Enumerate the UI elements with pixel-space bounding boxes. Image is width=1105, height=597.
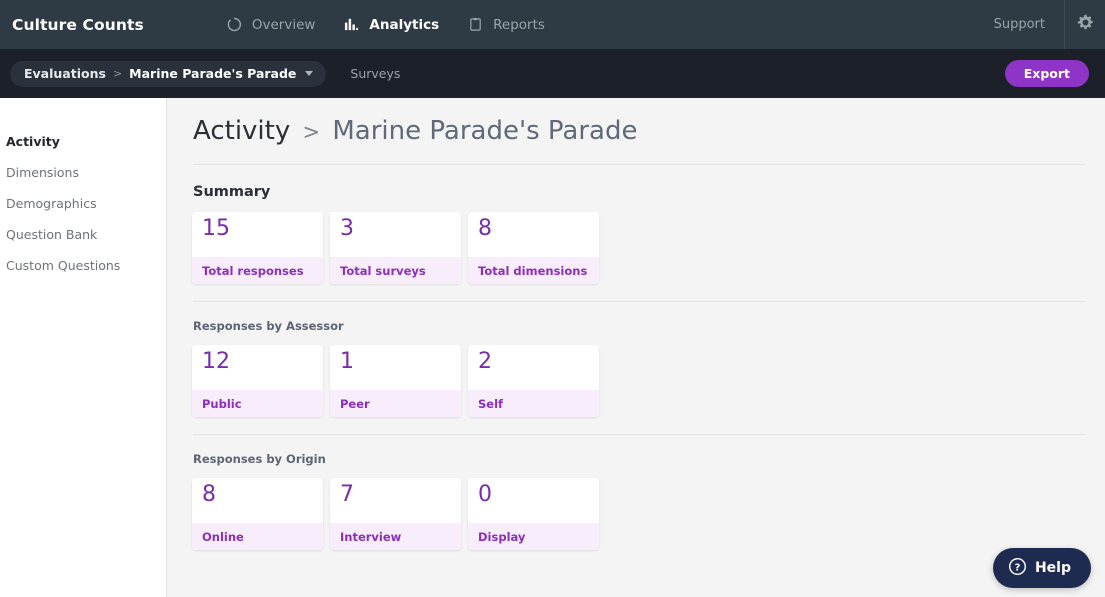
breadcrumb-bar: Evaluations > Marine Parade's Parade Sur… (0, 49, 1105, 98)
page-title-separator: > (302, 120, 321, 144)
nav-item-reports[interactable]: Reports (467, 16, 545, 33)
page-title-secondary: Marine Parade's Parade (332, 116, 638, 146)
sidebar: Activity Dimensions Demographics Questio… (0, 98, 167, 597)
stat-card[interactable]: 8 Online (192, 478, 323, 550)
stat-card-label: Display (468, 523, 599, 550)
top-nav-right-group: Support (994, 0, 1105, 49)
question-circle-icon: ? (1008, 557, 1027, 580)
gear-icon (1077, 14, 1094, 35)
sidebar-item-custom-questions[interactable]: Custom Questions (0, 250, 166, 281)
stat-card-label: Total surveys (330, 257, 461, 284)
stat-card-value: 7 (340, 482, 354, 507)
nav-item-overview-label: Overview (251, 16, 316, 33)
app-brand-logo[interactable]: Culture Counts (12, 16, 144, 34)
page-title: Activity > Marine Parade's Parade (193, 116, 1105, 146)
sidebar-item-demographics[interactable]: Demographics (0, 188, 166, 219)
bar-chart-icon (343, 16, 360, 33)
sidebar-item-question-bank[interactable]: Question Bank (0, 219, 166, 250)
export-button[interactable]: Export (1004, 60, 1089, 87)
stat-card[interactable]: 3 Total surveys (330, 212, 461, 284)
nav-item-analytics-label: Analytics (369, 16, 440, 33)
section-heading-responses-by-assessor: Responses by Assessor (193, 319, 344, 333)
stat-card-label: Total responses (192, 257, 323, 284)
stat-card-value: 2 (478, 349, 492, 374)
stat-card[interactable]: 0 Display (468, 478, 599, 550)
chevron-down-icon[interactable] (305, 71, 314, 76)
stat-card[interactable]: 8 Total dimensions (468, 212, 599, 284)
nav-item-reports-label: Reports (493, 16, 545, 33)
breadcrumb[interactable]: Evaluations > Marine Parade's Parade (10, 60, 327, 87)
stat-card[interactable]: 12 Public (192, 345, 323, 417)
help-button-label: Help (1034, 560, 1071, 576)
surveys-link[interactable]: Surveys (350, 66, 400, 81)
assessor-card-group: 12 Public 1 Peer 2 Self (192, 345, 1105, 417)
section-heading-responses-by-origin: Responses by Origin (193, 452, 326, 466)
section-divider (193, 301, 1085, 302)
stat-card-label: Peer (330, 390, 461, 417)
stat-card-value: 8 (202, 482, 216, 507)
nav-item-analytics[interactable]: Analytics (343, 16, 439, 33)
nav-item-overview[interactable]: Overview (226, 16, 316, 33)
stat-card[interactable]: 7 Interview (330, 478, 461, 550)
document-icon (467, 16, 484, 33)
circle-outline-icon (226, 16, 243, 33)
origin-card-group: 8 Online 7 Interview 0 Display (192, 478, 1105, 550)
page-title-primary: Activity (193, 116, 291, 146)
support-link[interactable]: Support (994, 17, 1064, 32)
app-root: Culture Counts Overview Analytics Report… (0, 0, 1105, 597)
breadcrumb-separator: > (112, 67, 123, 80)
summary-card-group: 15 Total responses 3 Total surveys 8 Tot… (192, 212, 1105, 284)
stat-card-value: 15 (202, 216, 230, 241)
main-content: Activity > Marine Parade's Parade Summar… (167, 98, 1105, 597)
stat-card[interactable]: 2 Self (468, 345, 599, 417)
stat-card-label: Self (468, 390, 599, 417)
stat-card-label: Online (192, 523, 323, 550)
breadcrumb-current-item[interactable]: Marine Parade's Parade (129, 66, 296, 81)
stat-card-label: Public (192, 390, 323, 417)
stat-card-value: 8 (478, 216, 492, 241)
stat-card-label: Interview (330, 523, 461, 550)
help-button[interactable]: ? Help (992, 548, 1091, 588)
stat-card-label: Total dimensions (468, 257, 599, 284)
sidebar-item-activity[interactable]: Activity (0, 126, 166, 157)
stat-card-value: 3 (340, 216, 354, 241)
top-navigation-bar: Culture Counts Overview Analytics Report… (0, 0, 1105, 49)
sidebar-item-dimensions[interactable]: Dimensions (0, 157, 166, 188)
primary-nav: Overview Analytics Reports (226, 16, 545, 33)
breadcrumb-root-link[interactable]: Evaluations (24, 66, 106, 81)
stat-card[interactable]: 1 Peer (330, 345, 461, 417)
stat-card[interactable]: 15 Total responses (192, 212, 323, 284)
settings-button[interactable] (1065, 0, 1105, 49)
title-divider (193, 164, 1085, 165)
stat-card-value: 12 (202, 349, 230, 374)
stat-card-value: 1 (340, 349, 354, 374)
svg-text:?: ? (1015, 562, 1021, 573)
stat-card-value: 0 (478, 482, 492, 507)
section-heading-summary: Summary (193, 184, 271, 200)
section-divider (193, 434, 1085, 435)
